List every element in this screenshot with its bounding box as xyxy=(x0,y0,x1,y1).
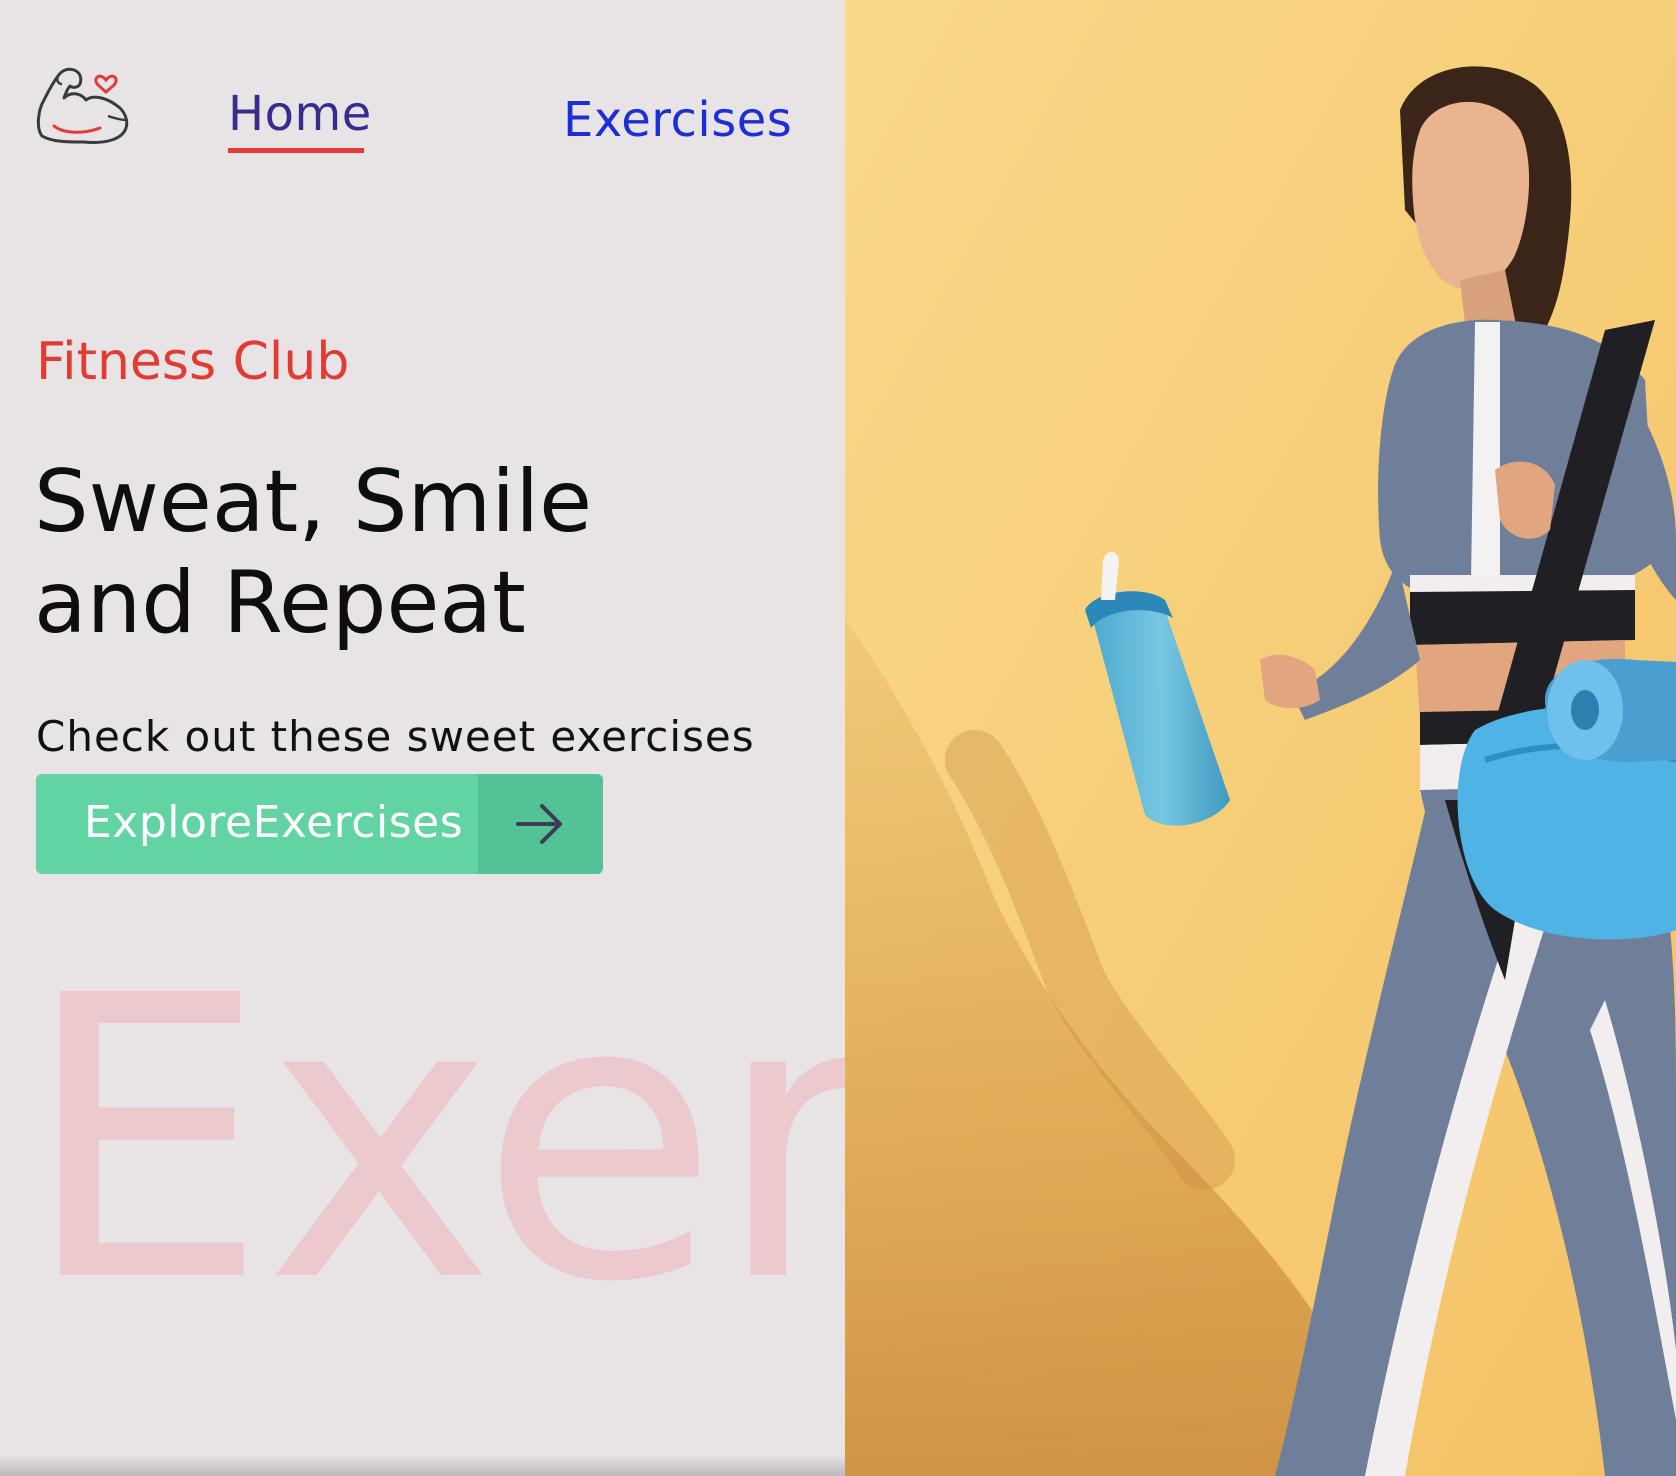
background-watermark: Exercise xyxy=(22,913,845,1367)
landing-page: Home Exercises Fitness Club Sweat, Smile… xyxy=(0,0,1676,1476)
woman-athlete-illustration xyxy=(845,0,1676,1476)
hero-subtitle: Fitness Club xyxy=(36,332,350,392)
cta-arrow-box xyxy=(478,774,603,874)
nav-active-underline xyxy=(228,148,364,153)
bottom-edge-shadow xyxy=(0,1456,845,1476)
hero-text-panel: Home Exercises Fitness Club Sweat, Smile… xyxy=(0,0,845,1476)
explore-exercises-button[interactable]: ExploreExercises xyxy=(36,774,603,874)
headline-line-1: Sweat, Smile xyxy=(34,452,592,552)
hero-tagline: Check out these sweet exercises xyxy=(36,712,755,761)
logo-link[interactable] xyxy=(34,58,134,150)
headline-line-2: and Repeat xyxy=(34,553,526,653)
cta-label: ExploreExercises xyxy=(84,797,464,848)
nav-exercises-link[interactable]: Exercises xyxy=(563,92,792,148)
arrow-right-icon xyxy=(516,804,562,844)
hero-headline: Sweat, Smile and Repeat xyxy=(34,452,592,654)
nav-home-link[interactable]: Home xyxy=(228,86,372,142)
hero-photo xyxy=(845,0,1676,1476)
flexed-bicep-heart-icon xyxy=(36,67,129,144)
